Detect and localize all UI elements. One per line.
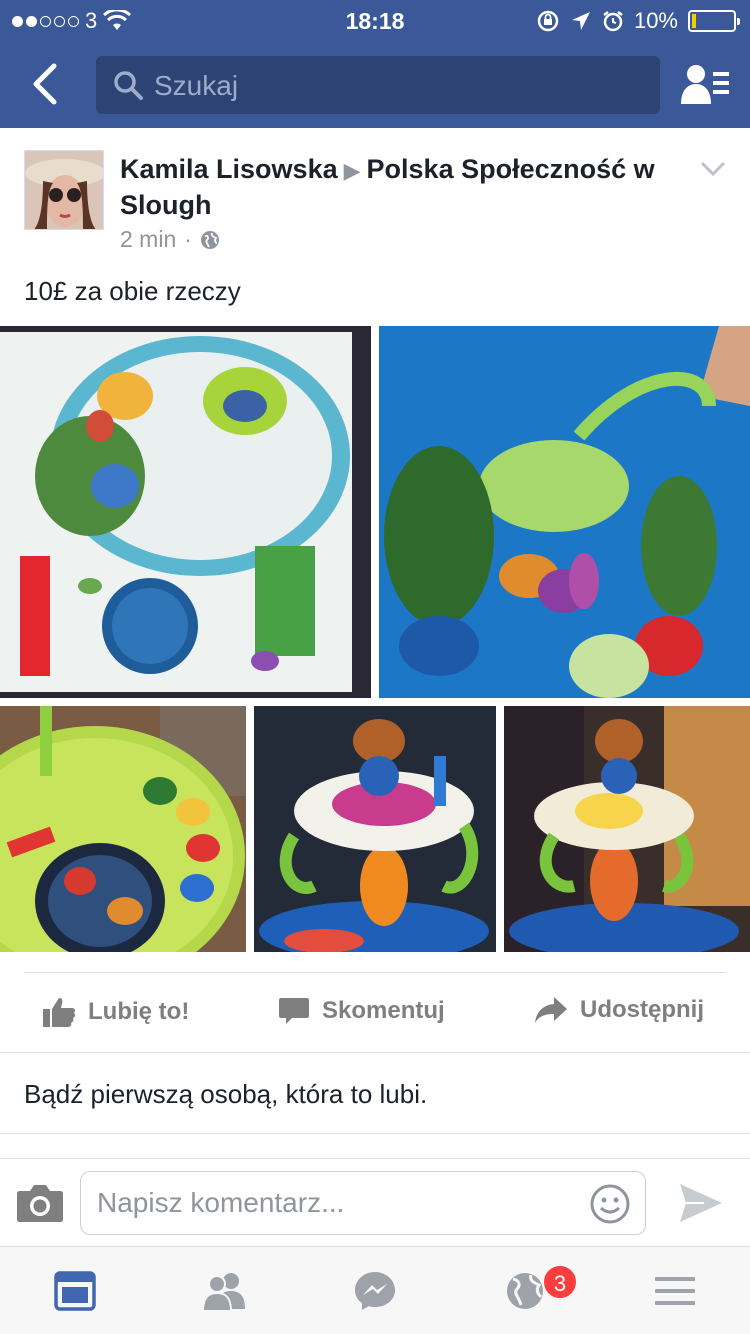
camera-icon[interactable] [16, 1183, 64, 1223]
product-box-image [0, 326, 371, 698]
notifications-globe-icon[interactable] [503, 1271, 547, 1311]
menu-icon[interactable] [653, 1271, 697, 1311]
thumbs-up-icon [43, 998, 76, 1027]
comment-composer: Napisz komentarz... [0, 1158, 750, 1246]
post-actions: Lubię to! Skomentuj Udostępnij [0, 974, 750, 1052]
like-label: Lubię to! [88, 998, 190, 1025]
comment-placeholder: Napisz komentarz... [97, 1187, 345, 1218]
battery-percent: 10% [633, 8, 678, 33]
post-author-line: Kamila Lisowska ▶ Polska Społeczność w Slo… [120, 152, 690, 222]
activity-center-image [254, 706, 496, 952]
location-arrow-icon [571, 12, 590, 30]
globe-icon [200, 230, 219, 249]
post-meta: 2 min · [120, 226, 220, 253]
post-photo-5[interactable] [504, 706, 750, 952]
likes-summary-text: Bądź pierwszą osobą, która to lubi. [24, 1079, 428, 1109]
tab-bar [0, 1246, 750, 1334]
music-box-image [0, 706, 246, 952]
rotation-lock-icon [537, 10, 559, 32]
like-button[interactable]: Lubię to! [42, 996, 189, 1028]
activity-center-lit-image [504, 706, 750, 952]
nav-bar: Szukaj [0, 40, 750, 128]
share-button[interactable]: Udostępnij [534, 996, 704, 1024]
avatar[interactable] [24, 150, 104, 230]
news-feed-icon[interactable] [53, 1271, 97, 1311]
post-photo-4[interactable] [254, 706, 496, 952]
post-photo-3[interactable] [0, 706, 246, 952]
friend-requests-icon[interactable] [680, 62, 730, 106]
share-label: Udostępnij [580, 996, 704, 1023]
post-time[interactable]: 2 min [120, 226, 176, 253]
comment-input[interactable]: Napisz komentarz... [80, 1171, 646, 1235]
mobile-toy-image [379, 326, 750, 698]
likes-summary: Bądź pierwszą osobą, która to lubi. [0, 1052, 750, 1134]
search-input[interactable]: Szukaj [96, 56, 660, 114]
profile-photo [25, 151, 103, 229]
alarm-icon [603, 11, 623, 32]
back-arrow-icon[interactable] [26, 60, 66, 108]
comment-label: Skomentuj [322, 997, 445, 1024]
search-icon [114, 71, 143, 100]
post-text: 10£ za obie rzeczy [24, 276, 241, 306]
emoji-icon[interactable] [589, 1183, 631, 1225]
status-right: 10% [536, 8, 740, 34]
arrow-right-icon: ▶ [343, 158, 361, 183]
chevron-down-icon[interactable] [700, 160, 726, 178]
status-bar: 3 18:18 10% [0, 0, 750, 40]
search-placeholder: Szukaj [154, 70, 239, 101]
author-name[interactable]: Kamila Lisowska [120, 154, 338, 184]
actions-divider [24, 972, 726, 973]
post-photo-2[interactable] [379, 326, 750, 698]
post-photo-1[interactable] [0, 326, 371, 698]
comment-button[interactable]: Skomentuj [278, 996, 445, 1026]
notifications-badge: 3 [542, 1264, 578, 1300]
messenger-icon[interactable] [353, 1271, 397, 1311]
comment-bubble-icon [279, 998, 309, 1024]
send-icon[interactable] [678, 1181, 724, 1225]
friends-icon[interactable] [203, 1271, 247, 1311]
meta-separator: · [184, 226, 192, 252]
share-arrow-icon [535, 997, 567, 1023]
top-bar: 3 18:18 10% Szukaj [0, 0, 750, 128]
battery-icon [688, 10, 740, 32]
post-header: Kamila Lisowska ▶ Polska Społeczność w Slo… [0, 128, 750, 268]
